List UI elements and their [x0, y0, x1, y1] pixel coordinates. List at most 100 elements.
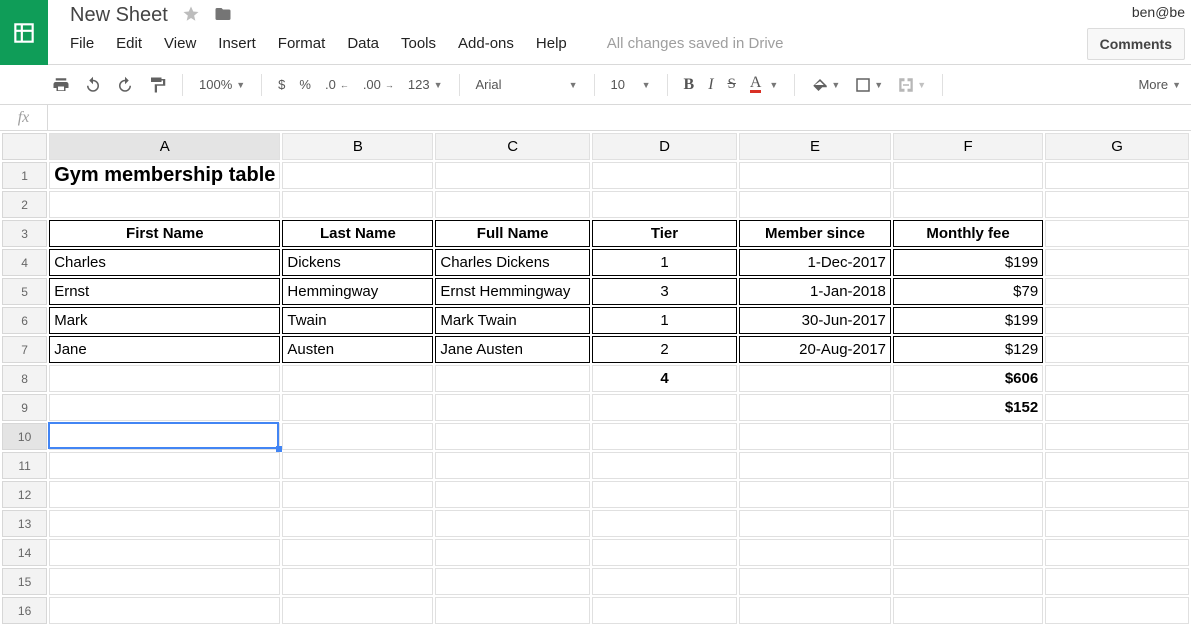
col-header-B[interactable]: B	[282, 133, 433, 160]
cell-C15[interactable]	[435, 568, 590, 595]
cell-F15[interactable]	[893, 568, 1043, 595]
cell-D9[interactable]	[592, 394, 737, 421]
col-header-D[interactable]: D	[592, 133, 737, 160]
italic-button[interactable]: I	[704, 76, 717, 94]
cell-A11[interactable]	[49, 452, 280, 479]
cell-D3[interactable]: Tier	[592, 220, 737, 247]
increase-decimal-button[interactable]: .00→	[359, 77, 398, 92]
cell-D2[interactable]	[592, 191, 737, 218]
cell-F3[interactable]: Monthly fee	[893, 220, 1043, 247]
cell-D11[interactable]	[592, 452, 737, 479]
row-header-3[interactable]: 3	[2, 220, 47, 247]
star-icon[interactable]	[182, 5, 200, 26]
fill-color-button[interactable]: ▼	[807, 73, 844, 97]
cell-D8[interactable]: 4	[592, 365, 737, 392]
cell-C12[interactable]	[435, 481, 590, 508]
row-header-4[interactable]: 4	[2, 249, 47, 276]
cell-G10[interactable]	[1045, 423, 1189, 450]
folder-icon[interactable]	[214, 5, 232, 26]
row-header-6[interactable]: 6	[2, 307, 47, 334]
cell-F12[interactable]	[893, 481, 1043, 508]
cell-C3[interactable]: Full Name	[435, 220, 590, 247]
font-size-dropdown[interactable]: 10▼	[607, 77, 655, 92]
cell-G16[interactable]	[1045, 597, 1189, 624]
cell-C16[interactable]	[435, 597, 590, 624]
cell-A7[interactable]: Jane	[49, 336, 280, 363]
paint-format-icon[interactable]	[144, 73, 170, 97]
cell-A3[interactable]: First Name	[49, 220, 280, 247]
redo-icon[interactable]	[112, 73, 138, 97]
select-all-corner[interactable]	[2, 133, 47, 160]
toolbar-more-button[interactable]: More▼	[1138, 77, 1181, 92]
cell-D15[interactable]	[592, 568, 737, 595]
cell-A10[interactable]	[49, 423, 280, 450]
cell-E16[interactable]	[739, 597, 891, 624]
cell-D14[interactable]	[592, 539, 737, 566]
cell-E11[interactable]	[739, 452, 891, 479]
cell-C9[interactable]	[435, 394, 590, 421]
row-header-10[interactable]: 10	[2, 423, 47, 450]
cell-C7[interactable]: Jane Austen	[435, 336, 590, 363]
cell-A16[interactable]	[49, 597, 280, 624]
cell-F1[interactable]	[893, 162, 1043, 189]
cell-B14[interactable]	[282, 539, 433, 566]
col-header-F[interactable]: F	[893, 133, 1043, 160]
cell-A8[interactable]	[49, 365, 280, 392]
row-header-5[interactable]: 5	[2, 278, 47, 305]
cell-C1[interactable]	[435, 162, 590, 189]
cell-A9[interactable]	[49, 394, 280, 421]
sheets-app-icon[interactable]	[0, 0, 48, 65]
cell-E2[interactable]	[739, 191, 891, 218]
number-format-dropdown[interactable]: 123▼	[404, 77, 447, 92]
format-percent-button[interactable]: %	[295, 77, 315, 92]
cell-B2[interactable]	[282, 191, 433, 218]
cell-D10[interactable]	[592, 423, 737, 450]
cell-C5[interactable]: Ernst Hemmingway	[435, 278, 590, 305]
cell-G2[interactable]	[1045, 191, 1189, 218]
cell-B7[interactable]: Austen	[282, 336, 433, 363]
cell-B6[interactable]: Twain	[282, 307, 433, 334]
cell-C2[interactable]	[435, 191, 590, 218]
cell-F10[interactable]	[893, 423, 1043, 450]
cell-B15[interactable]	[282, 568, 433, 595]
cell-B16[interactable]	[282, 597, 433, 624]
cell-E6[interactable]: 30-Jun-2017	[739, 307, 891, 334]
menu-data[interactable]: Data	[347, 35, 379, 52]
active-cell-handle[interactable]	[276, 446, 282, 452]
cell-E14[interactable]	[739, 539, 891, 566]
cell-E5[interactable]: 1-Jan-2018	[739, 278, 891, 305]
row-header-9[interactable]: 9	[2, 394, 47, 421]
cell-G12[interactable]	[1045, 481, 1189, 508]
cell-C11[interactable]	[435, 452, 590, 479]
cell-D1[interactable]	[592, 162, 737, 189]
cell-G15[interactable]	[1045, 568, 1189, 595]
cell-F6[interactable]: $199	[893, 307, 1043, 334]
cell-B13[interactable]	[282, 510, 433, 537]
borders-button[interactable]: ▼	[850, 73, 887, 97]
cell-G1[interactable]	[1045, 162, 1189, 189]
spreadsheet-grid[interactable]: ABCDEFG1Gym membership table23First Name…	[0, 131, 1191, 626]
cell-C14[interactable]	[435, 539, 590, 566]
cell-G7[interactable]	[1045, 336, 1189, 363]
row-header-11[interactable]: 11	[2, 452, 47, 479]
cell-A14[interactable]	[49, 539, 280, 566]
row-header-16[interactable]: 16	[2, 597, 47, 624]
cell-D4[interactable]: 1	[592, 249, 737, 276]
cell-G14[interactable]	[1045, 539, 1189, 566]
col-header-C[interactable]: C	[435, 133, 590, 160]
row-header-15[interactable]: 15	[2, 568, 47, 595]
row-header-12[interactable]: 12	[2, 481, 47, 508]
cell-G9[interactable]	[1045, 394, 1189, 421]
cell-B9[interactable]	[282, 394, 433, 421]
cell-F11[interactable]	[893, 452, 1043, 479]
menu-tools[interactable]: Tools	[401, 35, 436, 52]
cell-A2[interactable]	[49, 191, 280, 218]
cell-G3[interactable]	[1045, 220, 1189, 247]
cell-G8[interactable]	[1045, 365, 1189, 392]
row-header-1[interactable]: 1	[2, 162, 47, 189]
menu-edit[interactable]: Edit	[116, 35, 142, 52]
cell-F16[interactable]	[893, 597, 1043, 624]
text-color-button[interactable]: A▼	[746, 76, 782, 93]
cell-C8[interactable]	[435, 365, 590, 392]
cell-E10[interactable]	[739, 423, 891, 450]
